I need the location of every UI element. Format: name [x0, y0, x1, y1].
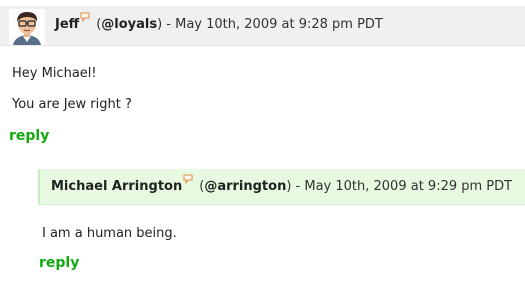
avatar[interactable]	[9, 9, 45, 45]
comment-header: Jeff (@loyals) - May 10th, 2009 at 9:28 p…	[0, 6, 525, 46]
comment-author[interactable]: Jeff	[55, 17, 79, 32]
comment-author[interactable]: Michael Arrington	[51, 179, 182, 194]
avatar-icon	[9, 9, 45, 45]
comment-timestamp: - May 10th, 2009 at 9:28 pm PDT	[162, 17, 383, 32]
comment-handle[interactable]: @loyals	[101, 17, 157, 32]
reply-link[interactable]: reply	[39, 255, 79, 271]
comment-body-line: I am a human being.	[42, 226, 177, 241]
reply-link[interactable]: reply	[9, 128, 49, 144]
comment-timestamp: - May 10th, 2009 at 9:29 pm PDT	[291, 179, 513, 194]
comment-handle[interactable]: @arrington	[204, 179, 286, 194]
speech-bubble-icon[interactable]	[80, 11, 90, 23]
comment-meta: Jeff (@loyals) - May 10th, 2009 at 9:28 p…	[55, 12, 383, 32]
speech-bubble-icon[interactable]	[183, 173, 193, 185]
comment-meta: Michael Arrington (@arrington) - May 10th…	[51, 174, 513, 194]
comment-body-line: Hey Michael!	[12, 66, 97, 81]
comment-header: Michael Arrington (@arrington) - May 10th…	[38, 169, 525, 205]
comment-body-line: You are Jew right ?	[12, 97, 132, 112]
